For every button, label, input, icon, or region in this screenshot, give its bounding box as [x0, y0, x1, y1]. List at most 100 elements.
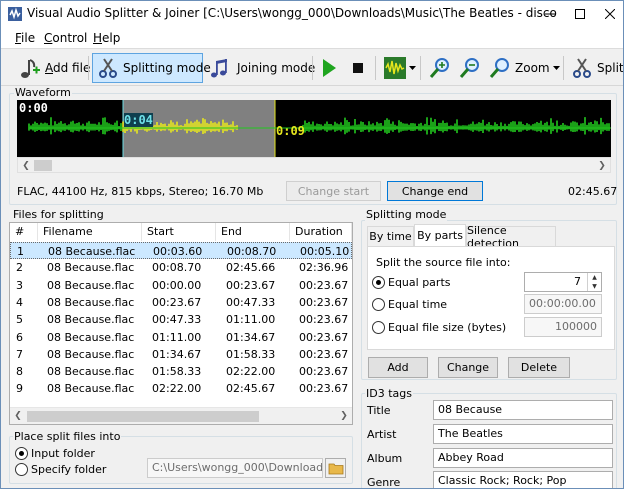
- equal-time-radio[interactable]: [372, 298, 385, 311]
- change-end-button[interactable]: Change end: [387, 181, 483, 201]
- selection-end-marker[interactable]: 0:09: [276, 124, 305, 138]
- equal-size-radio[interactable]: [372, 321, 385, 334]
- scroll-left-icon[interactable]: ❮: [11, 409, 25, 423]
- menu-file[interactable]: File: [15, 31, 35, 45]
- zoom-in-button[interactable]: [425, 53, 455, 83]
- cell-number: 9: [16, 382, 23, 396]
- close-button[interactable]: [595, 1, 623, 27]
- file-info-text: FLAC, 44100 Hz, 815 kbps, Stereo; 16.70 …: [17, 185, 264, 198]
- scroll-left-icon[interactable]: ❮: [19, 159, 33, 173]
- specify-folder-radio[interactable]: [15, 463, 28, 476]
- cell-end: 01:11.00: [226, 313, 276, 327]
- delete-button[interactable]: Delete: [508, 357, 570, 378]
- folder-path-input[interactable]: C:\Users\wongg_000\Downloads\Mu: [147, 458, 323, 478]
- zoom-out-icon: [459, 58, 479, 78]
- table-row[interactable]: 2 08 Because.flac 00:08.70 02:45.66 02:36.96: [10, 259, 352, 276]
- scroll-right-icon[interactable]: ❯: [595, 159, 609, 173]
- equal-size-input[interactable]: 100000: [524, 317, 602, 337]
- files-table: # Filename Start End Duration 1 08 Becaus…: [9, 222, 353, 425]
- column-header-duration[interactable]: Duration: [290, 223, 352, 241]
- column-header-end[interactable]: End: [216, 223, 290, 241]
- cell-filename: 08 Because.flac: [47, 295, 135, 309]
- split-button[interactable]: Split: [567, 53, 624, 83]
- splitting-mode-button[interactable]: Splitting mode: [92, 53, 211, 83]
- table-row[interactable]: 6 08 Because.flac 01:11.00 01:34.67 00:23.67: [10, 329, 352, 346]
- menu-control[interactable]: Control: [44, 31, 87, 45]
- window-title: Visual Audio Splitter & Joiner [C:\Users…: [27, 6, 557, 20]
- equal-parts-label: Equal parts: [388, 276, 451, 289]
- zoom-dropdown-button[interactable]: Zoom: [485, 53, 564, 83]
- table-scroll-thumb[interactable]: [27, 411, 259, 422]
- stop-button[interactable]: [347, 53, 369, 83]
- waveform-display[interactable]: 0:00 0:04 0:09: [17, 100, 611, 157]
- joining-mode-button[interactable]: Joining mode: [205, 53, 319, 83]
- cell-duration: 00:05.10: [300, 245, 350, 258]
- play-button[interactable]: [315, 53, 343, 83]
- table-row[interactable]: 3 08 Because.flac 00:00.00 00:23.67 00:23.67: [10, 277, 352, 294]
- scroll-right-icon[interactable]: ❯: [337, 409, 351, 423]
- browse-folder-button[interactable]: [325, 458, 346, 478]
- column-header-filename[interactable]: Filename: [38, 223, 142, 241]
- tab-by-time[interactable]: By time: [367, 226, 414, 246]
- app-icon: [8, 7, 22, 21]
- table-row[interactable]: 7 08 Because.flac 01:34.67 01:58.33 00:23.67: [10, 346, 352, 363]
- selection-start-marker[interactable]: 0:04: [124, 113, 153, 127]
- waveform-start-time: 0:00: [19, 101, 48, 115]
- waveform-view-dropdown[interactable]: [379, 53, 420, 83]
- equal-time-input[interactable]: 00:00:00.00: [524, 294, 602, 314]
- equal-time-label: Equal time: [388, 298, 448, 311]
- cell-start: 01:58.33: [152, 365, 202, 379]
- change-start-button[interactable]: Change start: [286, 181, 381, 201]
- cell-number: 8: [16, 365, 23, 379]
- split-label: Split: [597, 61, 624, 75]
- id3-genre-input[interactable]: Classic Rock; Rock; Pop: [433, 471, 613, 488]
- joining-mode-label: Joining mode: [237, 61, 316, 75]
- total-duration: 02:45.67: [568, 185, 618, 198]
- menu-help[interactable]: Help: [93, 31, 120, 45]
- table-row[interactable]: 5 08 Because.flac 00:47.33 01:11.00 00:23.67: [10, 311, 352, 328]
- id3-title-input[interactable]: 08 Because: [433, 400, 613, 420]
- tab-silence-detection[interactable]: Silence detection: [466, 224, 556, 250]
- minimize-button[interactable]: [535, 1, 565, 27]
- spin-up-icon[interactable]: ▲: [588, 273, 601, 282]
- equal-parts-radio[interactable]: [372, 276, 385, 289]
- add-file-icon: [21, 59, 40, 78]
- cell-end: 01:58.33: [226, 347, 276, 361]
- id3-album-input[interactable]: Abbey Road: [433, 448, 613, 468]
- cell-duration: 00:23.67: [299, 295, 349, 309]
- app-window: Visual Audio Splitter & Joiner [C:\Users…: [0, 0, 624, 489]
- toolbar-separator: [420, 56, 421, 80]
- cell-end: 01:34.67: [226, 330, 276, 344]
- toolbar-separator: [88, 56, 89, 80]
- files-group-title: Files for splitting: [12, 208, 105, 221]
- add-file-button[interactable]: Add file: [13, 53, 94, 83]
- id3-artist-input[interactable]: The Beatles: [433, 424, 613, 444]
- cell-start: 02:22.00: [152, 382, 202, 396]
- table-row[interactable]: 8 08 Because.flac 01:58.33 02:22.00 00:23.67: [10, 363, 352, 380]
- toolbar: Add file Splitting mode Joining mode Zoo…: [1, 50, 624, 86]
- change-button[interactable]: Change: [438, 357, 498, 378]
- zoom-out-button[interactable]: [455, 53, 485, 83]
- add-button[interactable]: Add: [368, 357, 428, 378]
- input-folder-radio[interactable]: [15, 447, 28, 460]
- table-row[interactable]: 1 08 Because.flac 00:03.60 00:08.70 00:05.10: [10, 242, 352, 259]
- split-instruction: Split the source file into:: [376, 256, 511, 269]
- cell-duration: 00:23.67: [299, 347, 349, 361]
- table-row[interactable]: 4 08 Because.flac 00:23.67 00:47.33 00:23.67: [10, 294, 352, 311]
- waveform-scrollbar[interactable]: ❮ ❯: [17, 157, 611, 173]
- stop-icon: [353, 63, 363, 73]
- music-notes-icon: [211, 59, 227, 78]
- add-file-mnemonic: A: [45, 61, 53, 75]
- column-header-number[interactable]: #: [10, 223, 38, 241]
- cell-duration: 00:23.67: [299, 313, 349, 327]
- id3-artist-label: Artist: [367, 428, 397, 441]
- spin-down-icon[interactable]: ▼: [588, 282, 601, 291]
- column-header-start[interactable]: Start: [142, 223, 216, 241]
- table-scrollbar[interactable]: ❮ ❯: [10, 407, 352, 424]
- waveform-scroll-thumb[interactable]: [34, 160, 52, 171]
- equal-parts-spinner[interactable]: ▲ ▼: [587, 273, 601, 291]
- table-row[interactable]: 9 08 Because.flac 02:22.00 02:45.67 00:23.67: [10, 380, 352, 397]
- id3-title-label: Title: [367, 404, 391, 417]
- maximize-button[interactable]: [565, 1, 595, 27]
- tab-by-parts[interactable]: By parts: [414, 224, 466, 246]
